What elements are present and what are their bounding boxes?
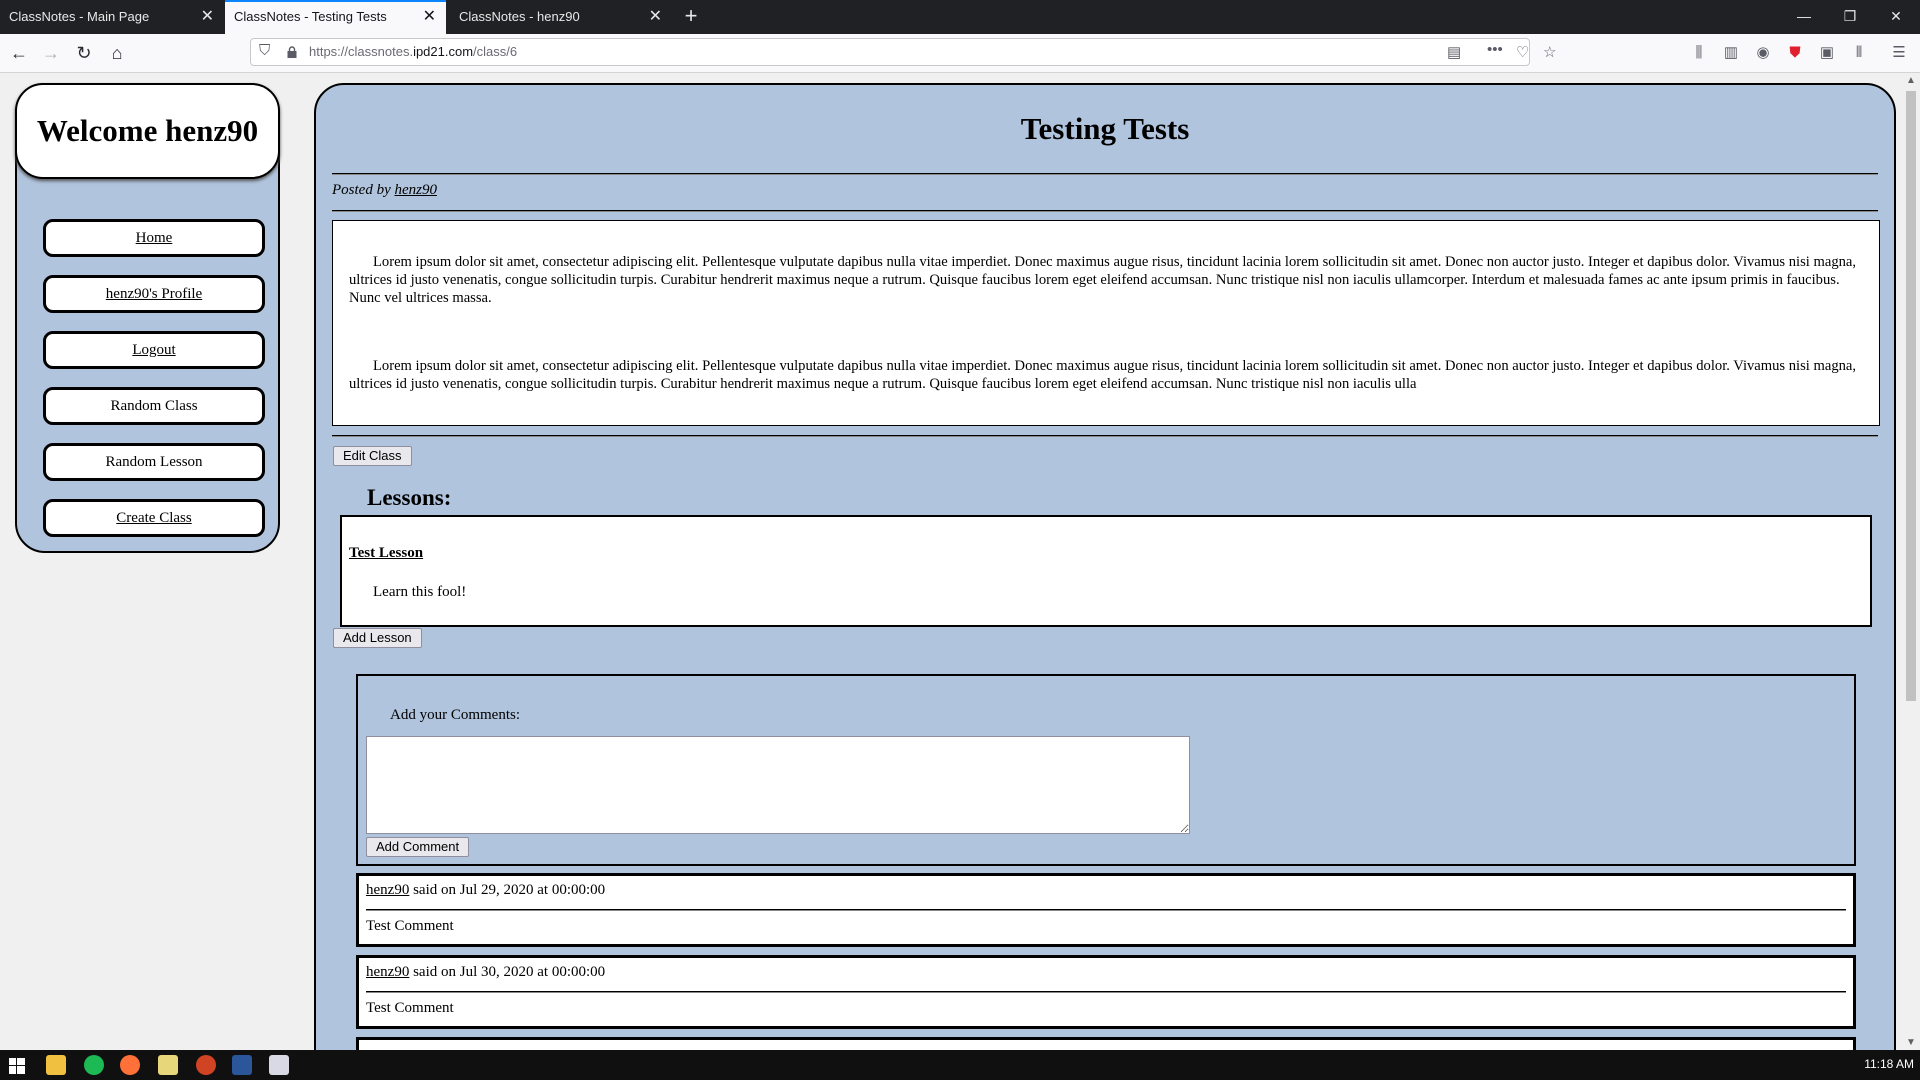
comment-form: Add your Comments: Add Comment — [356, 674, 1856, 866]
close-window-button[interactable]: ✕ — [1873, 0, 1919, 34]
back-icon[interactable]: ← — [6, 40, 32, 66]
extension-icon[interactable]: ⦀ — [1850, 44, 1868, 62]
lessons-heading: Lessons: — [367, 485, 452, 510]
sidebar-item-home[interactable]: Home — [43, 219, 265, 257]
edit-class-button[interactable]: Edit Class — [333, 446, 412, 466]
navigation-toolbar: ← → ↻ ⌂ ⛉ https://classnotes.ipd21.com/c… — [0, 34, 1920, 73]
divider — [366, 909, 1846, 911]
tab-label: ClassNotes - henz90 — [459, 9, 580, 24]
close-icon[interactable]: ✕ — [649, 0, 662, 34]
lesson-title-link[interactable]: Test Lesson — [349, 545, 423, 562]
app-icon[interactable] — [269, 1055, 289, 1075]
divider — [332, 173, 1878, 175]
sidebar-item-profile[interactable]: henz90's Profile — [43, 275, 265, 313]
new-tab-button[interactable]: + — [680, 0, 702, 34]
sidebar-item-logout[interactable]: Logout — [43, 331, 265, 369]
pocket-icon[interactable]: ♡ — [1516, 43, 1529, 61]
comment-textarea[interactable] — [366, 736, 1190, 834]
author-link[interactable]: henz90 — [394, 182, 437, 198]
address-bar[interactable]: ⛉ https://classnotes.ipd21.com/class/6 ▤… — [250, 38, 1556, 66]
forward-icon[interactable]: → — [38, 40, 64, 66]
sidebar-icon[interactable]: ▥ — [1722, 44, 1740, 62]
close-icon[interactable]: ✕ — [201, 0, 214, 34]
comment-item: henz90 said on Jul 30, 2020 at 00:00:00 … — [356, 955, 1856, 1029]
comment-label: Add your Comments: — [390, 707, 520, 723]
notepad-icon[interactable] — [158, 1055, 178, 1075]
scroll-up-icon[interactable]: ▲ — [1902, 75, 1920, 86]
add-lesson-button[interactable]: Add Lesson — [333, 628, 422, 648]
firefox-icon[interactable] — [120, 1055, 140, 1075]
more-actions-icon[interactable]: ••• — [1487, 41, 1503, 58]
menu-icon[interactable]: ☰ — [1890, 44, 1908, 62]
close-icon[interactable]: ✕ — [423, 2, 436, 32]
tab-bar: ClassNotes - Main Page ✕ ClassNotes - Te… — [0, 0, 1920, 34]
scrollbar-thumb[interactable] — [1906, 91, 1916, 701]
comment-text: Test Comment — [366, 1000, 454, 1016]
divider — [366, 991, 1846, 993]
restore-button[interactable]: ❐ — [1827, 0, 1873, 34]
lesson-description: Learn this fool! — [373, 584, 467, 600]
content-paragraph: Lorem ipsum dolor sit amet, consectetur … — [349, 254, 1857, 306]
comment-author-link[interactable]: henz90 — [366, 964, 409, 980]
reader-view-icon[interactable]: ▤ — [1447, 43, 1461, 61]
comment-header: henz90 said on Jul 30, 2020 at 00:00:00 — [366, 964, 606, 980]
windows-start-icon[interactable] — [9, 1058, 25, 1074]
shield-icon[interactable]: ⛉ — [259, 42, 270, 59]
tab-testing-tests[interactable]: ClassNotes - Testing Tests ✕ — [225, 0, 446, 34]
sidebar-item-random-class[interactable]: Random Class — [43, 387, 265, 425]
ublock-icon[interactable]: ⛊ — [1786, 44, 1804, 62]
word-icon[interactable] — [232, 1055, 252, 1075]
home-icon[interactable]: ⌂ — [104, 40, 130, 66]
url-text[interactable]: https://classnotes.ipd21.com/class/6 — [309, 44, 517, 59]
spotify-icon[interactable] — [84, 1055, 104, 1075]
powerpoint-icon[interactable] — [196, 1055, 216, 1075]
taskbar-clock[interactable]: 11:18 AM — [1864, 1057, 1914, 1071]
page-scrollbar[interactable]: ▲ ▼ — [1902, 73, 1920, 1050]
page-title: Testing Tests — [1020, 111, 1190, 146]
extension-icon[interactable]: ▣ — [1818, 44, 1836, 62]
sidebar-item-random-lesson[interactable]: Random Lesson — [43, 443, 265, 481]
tab-label: ClassNotes - Main Page — [9, 9, 150, 24]
content-paragraph: Lorem ipsum dolor sit amet, consectetur … — [349, 358, 1857, 392]
tab-label: ClassNotes - Testing Tests — [234, 9, 387, 24]
class-panel: Testing Tests Posted by henz90 Lorem ips… — [314, 83, 1896, 1050]
comment-item-partial — [356, 1037, 1856, 1050]
taskbar: 11:18 AM — [0, 1050, 1920, 1080]
comment-text: Test Comment — [366, 918, 454, 934]
bookmark-star-icon[interactable]: ☆ — [1543, 43, 1556, 61]
sidebar-item-create-class[interactable]: Create Class — [43, 499, 265, 537]
divider — [332, 210, 1878, 212]
account-icon[interactable]: ◉ — [1754, 44, 1772, 62]
class-content: Lorem ipsum dolor sit amet, consectetur … — [332, 220, 1880, 426]
lock-icon[interactable] — [287, 46, 297, 58]
add-comment-button[interactable]: Add Comment — [366, 837, 470, 857]
comment-item: henz90 said on Jul 29, 2020 at 00:00:00 … — [356, 873, 1856, 947]
lesson-list: Test Lesson Learn this fool! — [340, 515, 1872, 627]
tab-main-page[interactable]: ClassNotes - Main Page ✕ — [0, 0, 224, 34]
posted-by: Posted by henz90 — [332, 182, 437, 198]
divider — [332, 435, 1878, 437]
scroll-down-icon[interactable]: ▼ — [1902, 1037, 1920, 1048]
minimize-button[interactable]: — — [1781, 0, 1827, 34]
page-viewport: Welcome henz90 Home henz90's Profile Log… — [0, 73, 1902, 1050]
welcome-heading: Welcome henz90 — [15, 83, 280, 179]
tab-henz90[interactable]: ClassNotes - henz90 ✕ — [450, 0, 672, 34]
file-explorer-icon[interactable] — [46, 1055, 66, 1075]
comment-header: henz90 said on Jul 29, 2020 at 00:00:00 — [366, 882, 606, 898]
comment-author-link[interactable]: henz90 — [366, 882, 409, 898]
library-icon[interactable]: ⫼ — [1690, 44, 1708, 62]
sidebar: Welcome henz90 Home henz90's Profile Log… — [15, 83, 280, 553]
reload-icon[interactable]: ↻ — [71, 40, 97, 66]
